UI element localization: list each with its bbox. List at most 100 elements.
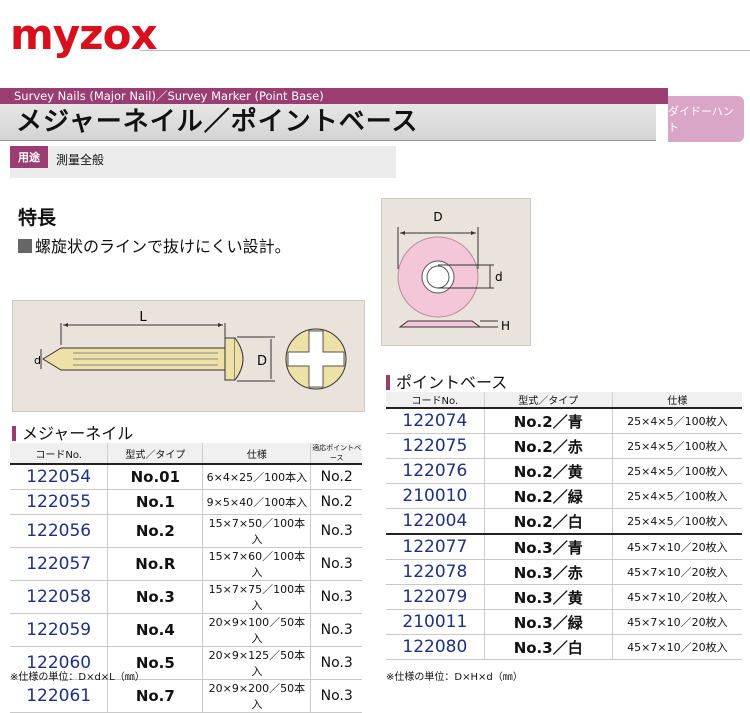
diagram-label-H: H [501,319,510,333]
spec-cell: 25×4×5／100枚入 [611,433,742,459]
table-row: 122004 No.2／白 25×4×5／100枚入 [386,508,742,535]
code-cell: 122058 [10,580,108,614]
diagram-label-L: L [139,310,147,325]
fit-cell: No.2 [310,489,362,515]
code-cell: 122059 [10,613,108,647]
table-row: 122055 No.1 9×5×40／100本入 No.2 [10,489,362,515]
model-cell: No.2／青 [483,408,613,434]
code-cell: 122080 [386,634,485,660]
diagram-label-D: D [433,210,442,224]
spec-cell: 6×4×25／100本入 [202,464,311,490]
major-nail-heading: メジャーネイル [12,420,133,444]
model-cell: No.7 [107,679,203,713]
spec-cell: 15×7×50／100本入 [202,514,311,548]
fit-cell: No.3 [310,514,362,548]
table-row: 122057 No.R 15×7×60／100本入 No.3 [10,547,362,581]
bullet-square-icon [18,239,32,253]
spec-cell: 20×9×200／50本入 [202,679,311,713]
table-row: 122078 No.3／赤 45×7×10／20枚入 [386,559,742,585]
code-cell: 122078 [386,559,485,585]
product-title: メジャーネイル／ポイントベース [16,107,419,137]
major-nail-unit-note: ※仕様の単位：D×d×L（㎜） [10,672,145,683]
table-row: 122074 No.2／青 25×4×5／100枚入 [386,408,742,434]
col-spec: 仕様 [611,392,742,409]
col-code: コードNo. [386,392,485,409]
col-spec: 仕様 [202,443,311,465]
model-cell: No.3 [107,580,203,614]
section-mark [12,426,16,441]
spec-cell: 15×7×75／100本入 [202,580,311,614]
model-cell: No.2／黄 [483,458,613,484]
col-code: コードNo. [10,443,108,465]
fit-cell: No.3 [310,613,362,647]
table-row: 122054 No.01 6×4×25／100本入 No.2 [10,464,362,490]
brand-logo: myzox [10,10,158,59]
model-cell: No.3／緑 [483,609,613,635]
model-cell: No.3／白 [483,634,613,660]
code-cell: 122075 [386,433,485,459]
model-cell: No.2／赤 [483,433,613,459]
nail-label-D: D [257,354,267,369]
point-base-heading: ポイントベース [386,369,507,393]
code-cell: 210011 [386,609,485,635]
point-base-heading-text: ポイントベース [396,373,508,392]
code-cell: 210010 [386,483,485,509]
point-base-table: コードNo. 型式／タイプ 仕様 122074 No.2／青 25×4×5／100枚… [386,392,742,660]
table-row: 210011 No.3／緑 45×7×10／20枚入 [386,609,742,635]
diagram-label-d: d [495,270,503,284]
col-model: 型式／タイプ [107,443,203,465]
model-cell: No.3／黄 [483,584,613,610]
section-mark [386,375,390,390]
point-base-drawing: D d H [397,210,510,333]
spec-cell: 45×7×10／20枚入 [611,609,742,635]
code-cell: 122055 [10,489,108,515]
spec-cell: 20×9×125／50本入 [202,646,311,680]
spec-cell: 15×7×60／100本入 [202,547,311,581]
fit-cell: No.2 [310,464,362,490]
code-cell: 122057 [10,547,108,581]
product-subtitle: Survey Nails (Major Nail)／Survey Marker … [14,89,324,103]
features-heading: 特長 [18,207,57,229]
code-cell: 122061 [10,679,108,713]
model-cell: No.2／白 [483,508,613,535]
use-label: 用途 [10,146,48,168]
table-row: 122061 No.7 20×9×200／50本入 No.3 [10,679,362,713]
code-cell: 122077 [386,534,485,560]
table-row: 210010 No.2／緑 25×4×5／100枚入 [386,483,742,509]
table-row: 122058 No.3 15×7×75／100本入 No.3 [10,580,362,614]
table-row: 122076 No.2／黄 25×4×5／100枚入 [386,458,742,484]
model-cell: No.3／赤 [483,559,613,585]
category-tag: ダイドーハント [668,96,744,142]
model-cell: No.01 [107,464,203,490]
code-cell: 122074 [386,408,485,434]
col-fit-base: 適応ポイントベース [310,443,362,465]
model-cell: No.R [107,547,203,581]
code-cell: 122079 [386,584,485,610]
spec-cell: 45×7×10／20枚入 [611,534,742,560]
fit-cell: No.3 [310,580,362,614]
use-text: 測量全般 [56,153,105,167]
fit-cell: No.3 [310,646,362,680]
table-row: 122056 No.2 15×7×50／100本入 No.3 [10,514,362,548]
spec-cell: 25×4×5／100枚入 [611,458,742,484]
spec-cell: 45×7×10／20枚入 [611,584,742,610]
fit-cell: No.3 [310,547,362,581]
code-cell: 122054 [10,464,108,490]
table-row: 122075 No.2／赤 25×4×5／100枚入 [386,433,742,459]
spec-cell: 20×9×100／50本入 [202,613,311,647]
code-cell: 122056 [10,514,108,548]
table-row: 122077 No.3／青 45×7×10／20枚入 [386,534,742,560]
fit-cell: No.3 [310,679,362,713]
code-cell: 122076 [386,458,485,484]
table-row: 122080 No.3／白 45×7×10／20枚入 [386,634,742,660]
col-model: 型式／タイプ [483,392,613,409]
spec-cell: 25×4×5／100枚入 [611,408,742,434]
table-row: 122059 No.4 20×9×100／50本入 No.3 [10,613,362,647]
model-cell: No.3／青 [483,534,613,560]
model-cell: No.2 [107,514,203,548]
spec-cell: 25×4×5／100枚入 [611,483,742,509]
nail-diagram: L d D [12,300,365,412]
use-row: 用途 測量全般 [10,146,396,178]
table-row: 122079 No.3／黄 45×7×10／20枚入 [386,584,742,610]
model-cell: No.1 [107,489,203,515]
